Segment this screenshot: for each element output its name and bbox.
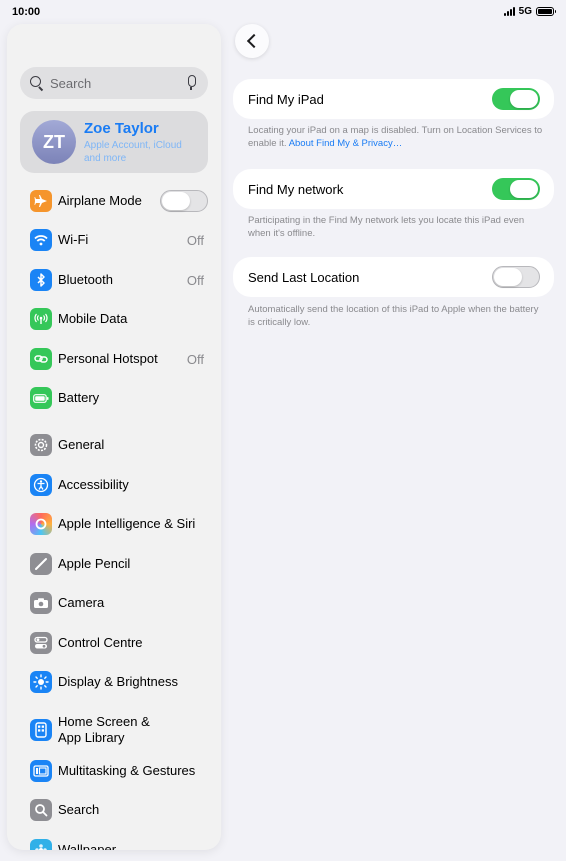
sidebar-item-apple-pencil[interactable]: Apple Pencil — [30, 549, 208, 579]
sidebar-item-label: General — [58, 437, 105, 452]
sidebar-item-label: Apple Intelligence & Siri — [58, 516, 196, 531]
bluetooth-status-value: Off — [186, 272, 204, 288]
sidebar-item-label: Bluetooth — [58, 272, 113, 287]
status-time: 10:00 — [12, 6, 41, 18]
gear-icon — [30, 434, 52, 456]
find-my-network-label: Find My network — [248, 181, 344, 197]
sidebar: Search ZT Zoe Taylor Apple Account, iClo… — [7, 24, 221, 850]
sidebar-item-label: Wi-Fi — [58, 232, 89, 247]
wallpaper-icon — [30, 839, 52, 850]
sidebar-item-label: Apple Pencil — [58, 556, 131, 571]
find-my-ipad-label: Find My iPad — [248, 91, 324, 107]
sidebar-item-personal-hotspot[interactable]: Personal Hotspot Off — [30, 344, 208, 374]
sidebar-item-accessibility[interactable]: Accessibility — [30, 470, 208, 500]
sidebar-item-label: Multitasking & Gestures — [58, 763, 196, 778]
sidebar-item-label: Airplane Mode — [58, 193, 142, 208]
airplane-mode-toggle[interactable] — [160, 190, 208, 212]
multitasking-icon — [30, 760, 52, 782]
sidebar-item-control-centre[interactable]: Control Centre — [30, 628, 208, 658]
search-icon — [30, 76, 44, 90]
avatar: ZT — [32, 120, 76, 164]
sidebar-item-label: Camera — [58, 595, 105, 610]
chevron-left-icon — [246, 33, 262, 49]
send-last-location-toggle[interactable] — [492, 266, 540, 288]
find-my-ipad-toggle[interactable] — [492, 88, 540, 110]
sidebar-item-multitasking[interactable]: Multitasking & Gestures — [30, 756, 208, 786]
sidebar-item-label: Home Screen & App Library — [58, 714, 150, 745]
send-last-location-footnote: Automatically send the location of this … — [248, 304, 539, 328]
find-my-network-footnote: Participating in the Find My network let… — [248, 215, 525, 239]
about-find-my-privacy-link[interactable]: About Find My & Privacy… — [289, 138, 403, 149]
find-my-network-toggle[interactable] — [492, 178, 540, 200]
sidebar-item-wifi[interactable]: Wi-Fi Off — [30, 225, 208, 255]
hotspot-status-value: Off — [186, 351, 204, 367]
sidebar-item-label: Search — [58, 802, 100, 817]
profile-subtitle: Apple Account, iCloud and more — [84, 139, 182, 164]
accessibility-icon — [30, 474, 52, 496]
search-icon — [30, 799, 52, 821]
back-button[interactable] — [235, 24, 269, 58]
search-placeholder: Search — [50, 75, 92, 91]
sidebar-item-battery[interactable]: Battery — [30, 383, 208, 413]
sidebar-item-airplane-mode[interactable]: Airplane Mode — [30, 186, 208, 216]
siri-icon — [30, 513, 52, 535]
send-last-location-label: Send Last Location — [248, 269, 360, 285]
battery-status-icon — [536, 7, 556, 16]
camera-icon — [30, 592, 52, 614]
sidebar-item-bluetooth[interactable]: Bluetooth Off — [30, 265, 208, 295]
status-bar: 10:00 5G — [0, 0, 566, 24]
sidebar-item-mobile-data[interactable]: Mobile Data — [30, 304, 208, 334]
sidebar-item-label: Accessibility — [58, 477, 129, 492]
find-my-network-row: Find My network — [233, 169, 554, 209]
search-field[interactable]: Search — [20, 67, 208, 99]
wifi-status-value: Off — [186, 232, 204, 248]
profile-name: Zoe Taylor — [84, 119, 159, 137]
signal-icon — [503, 7, 515, 16]
sidebar-item-label: Mobile Data — [58, 311, 128, 326]
profile-card[interactable]: ZT Zoe Taylor Apple Account, iCloud and … — [20, 111, 208, 173]
sidebar-item-home-screen[interactable]: Home Screen & App Library — [30, 712, 208, 748]
sidebar-item-camera[interactable]: Camera — [30, 588, 208, 618]
send-last-location-row: Send Last Location — [233, 257, 554, 297]
home-screen-icon — [30, 719, 52, 741]
sidebar-item-display-brightness[interactable]: Display & Brightness — [30, 667, 208, 697]
pencil-icon — [30, 553, 52, 575]
sidebar-item-label: Battery — [58, 390, 100, 405]
sidebar-item-label: Personal Hotspot — [58, 351, 158, 366]
sidebar-item-apple-intelligence-siri[interactable]: Apple Intelligence & Siri — [30, 509, 208, 539]
find-my-ipad-row: Find My iPad — [233, 79, 554, 119]
sidebar-item-general[interactable]: General — [30, 430, 208, 460]
wifi-icon — [30, 229, 52, 251]
find-my-ipad-footnote: Locating your iPad on a map is disabled.… — [248, 125, 544, 150]
network-type: 5G — [518, 6, 532, 17]
bluetooth-icon — [30, 269, 52, 291]
battery-icon — [30, 387, 52, 409]
status-indicators: 5G — [503, 6, 556, 17]
sidebar-item-label: Wallpaper — [58, 842, 117, 850]
sidebar-item-wallpaper[interactable]: Wallpaper — [30, 835, 208, 850]
switches-icon — [30, 632, 52, 654]
microphone-icon[interactable] — [184, 75, 198, 91]
sun-icon — [30, 671, 52, 693]
sidebar-item-search[interactable]: Search — [30, 795, 208, 825]
link-icon — [30, 348, 52, 370]
antenna-icon — [30, 308, 52, 330]
sidebar-item-label: Display & Brightness — [58, 674, 178, 689]
sidebar-item-label: Control Centre — [58, 635, 143, 650]
airplane-icon — [30, 190, 52, 212]
